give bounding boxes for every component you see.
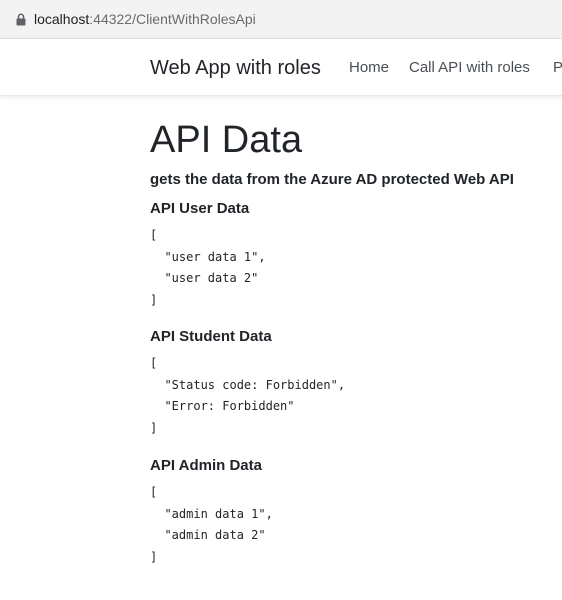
page-title: API Data [150,119,303,161]
browser-address-bar[interactable]: localhost:44322/ClientWithRolesApi [0,0,562,39]
url-text[interactable]: localhost:44322/ClientWithRolesApi [34,11,256,28]
url-path: :44322/ClientWithRolesApi [89,11,256,27]
section-title-admin-data: API Admin Data [150,457,262,474]
top-navbar: Web App with roles Home Call API with ro… [0,39,562,96]
user-data-json: [ "user data 1", "user data 2" ] [150,228,266,307]
nav-link-truncated[interactable]: P [553,59,562,77]
section-title-user-data: API User Data [150,200,250,217]
admin-data-json: [ "admin data 1", "admin data 2" ] [150,485,273,564]
student-data-json: [ "Status code: Forbidden", "Error: Forb… [150,356,346,435]
page-subtitle: gets the data from the Azure AD protecte… [150,171,514,188]
url-host: localhost [34,11,90,27]
navbar-brand[interactable]: Web App with roles [150,56,321,80]
lock-icon[interactable] [16,13,26,26]
nav-link-home[interactable]: Home [349,59,389,77]
section-title-student-data: API Student Data [150,328,272,345]
nav-link-call-api-with-roles[interactable]: Call API with roles [409,59,530,77]
